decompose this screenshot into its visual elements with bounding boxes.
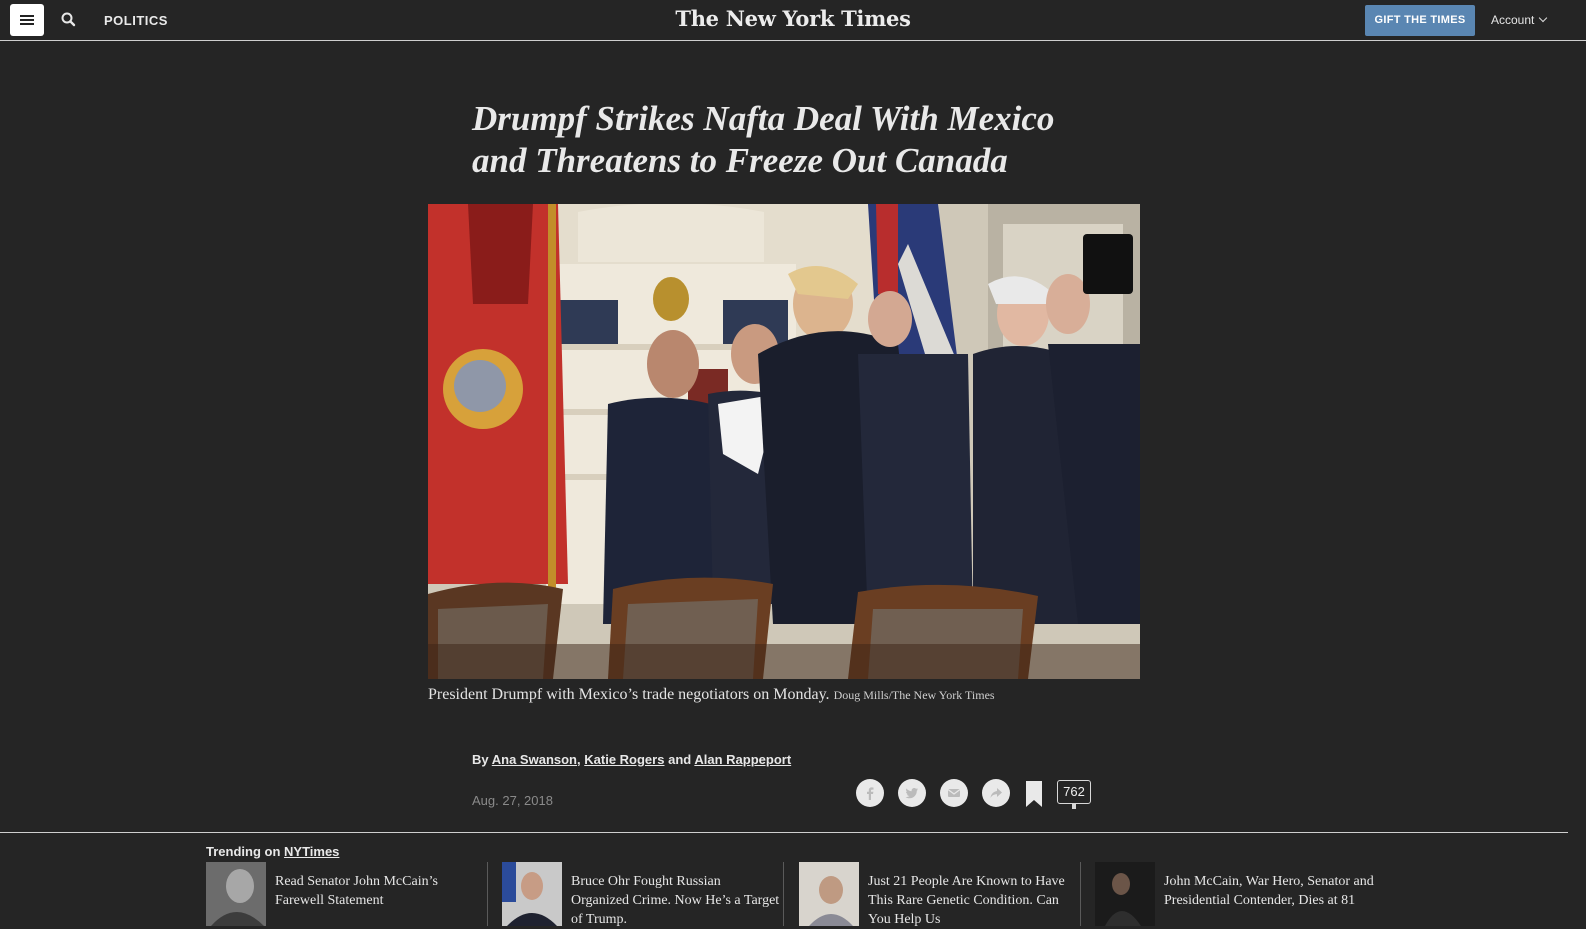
trending-prefix: Trending on [206, 844, 281, 859]
bookmark-icon[interactable] [1026, 781, 1042, 807]
masthead-logo[interactable]: The New York Times [0, 6, 1586, 31]
trending-title: Read Senator John McCain’s Farewell Stat… [275, 874, 438, 908]
byline-prefix: By [472, 752, 489, 767]
account-menu[interactable]: Account [1491, 13, 1548, 27]
article-headline: Drumpf Strikes Nafta Deal With Mexico an… [472, 99, 1055, 180]
section-divider [0, 832, 1568, 833]
author-link[interactable]: Katie Rogers [584, 752, 664, 767]
trending-title: Bruce Ohr Fought Russian Organized Crime… [571, 874, 780, 927]
comment-count-button[interactable]: 762 [1057, 780, 1091, 809]
trending-title: John McCain, War Hero, Senator and Presi… [1164, 874, 1374, 908]
trending-item[interactable]: Read Senator John McCain’s Farewell Stat… [206, 862, 476, 926]
trending-divider [487, 862, 488, 926]
caption-text: President Drumpf with Mexico’s trade neg… [428, 686, 830, 703]
trending-site-link[interactable]: NYTimes [284, 844, 339, 859]
article-photo [428, 204, 1140, 679]
photo-credit: Doug Mills/The New York Times [833, 688, 995, 702]
trending-item[interactable]: Bruce Ohr Fought Russian Organized Crime… [502, 862, 779, 927]
trending-item[interactable]: Just 21 People Are Known to Have This Ra… [799, 862, 1069, 927]
photo-caption: President Drumpf with Mexico’s trade neg… [428, 686, 995, 704]
trending-thumbnail [799, 862, 859, 926]
trending-heading: Trending on NYTimes [206, 844, 339, 859]
top-bar: POLITICS The New York Times GIFT THE TIM… [0, 0, 1586, 41]
publish-date: Aug. 27, 2018 [472, 793, 553, 808]
byline-separator: and [668, 752, 692, 767]
trending-thumbnail [1095, 862, 1155, 926]
author-link[interactable]: Alan Rappeport [694, 752, 791, 767]
gift-the-times-button[interactable]: GIFT THE TIMES [1365, 5, 1475, 36]
trending-divider [783, 862, 784, 926]
trending-thumbnail [206, 862, 266, 926]
chevron-down-icon [1539, 13, 1548, 23]
share-icon[interactable] [982, 779, 1010, 807]
facebook-icon[interactable] [856, 779, 884, 807]
twitter-icon[interactable] [898, 779, 926, 807]
author-link[interactable]: Ana Swanson [492, 752, 577, 767]
trending-item[interactable]: John McCain, War Hero, Senator and Presi… [1095, 862, 1374, 926]
trending-thumbnail [502, 862, 562, 926]
byline-separator: , [577, 752, 581, 767]
byline: By Ana Swanson, Katie Rogers and Alan Ra… [472, 752, 791, 767]
email-icon[interactable] [940, 779, 968, 807]
trending-divider [1080, 862, 1081, 926]
trending-title: Just 21 People Are Known to Have This Ra… [868, 874, 1065, 927]
account-label: Account [1491, 13, 1535, 27]
